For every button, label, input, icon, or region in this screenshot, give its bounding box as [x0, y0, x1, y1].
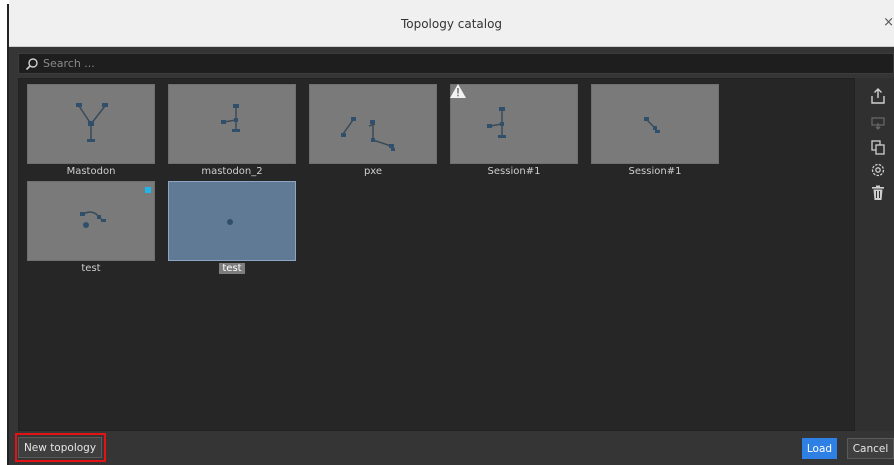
topology-thumbnail[interactable]: [168, 84, 296, 164]
topology-tile[interactable]: test: [27, 181, 155, 274]
topology-tile[interactable]: Session#1: [450, 84, 578, 177]
search-input[interactable]: [43, 55, 883, 72]
desktop-edge: [0, 0, 9, 465]
load-button[interactable]: Load: [802, 438, 837, 459]
side-toolbar: [855, 78, 894, 431]
topology-tile-selected[interactable]: test: [168, 181, 296, 274]
topology-tile[interactable]: Session#1: [591, 84, 719, 177]
close-icon[interactable]: ×: [883, 15, 894, 30]
topology-catalog-dialog: Topology catalog × Search ... Mastodon m…: [9, 0, 894, 465]
topology-thumbnail[interactable]: [27, 84, 155, 164]
status-dot: [145, 187, 151, 193]
title-bar: Topology catalog ×: [9, 0, 894, 47]
topology-diagram: [221, 104, 240, 132]
topology-tile[interactable]: mastodon_2: [168, 84, 296, 177]
topology-diagram: [644, 117, 660, 133]
tile-label-text: test: [219, 263, 245, 274]
topology-thumbnail[interactable]: [309, 84, 437, 164]
window-title: Topology catalog: [400, 17, 503, 31]
tile-label: Session#1: [487, 166, 541, 177]
topology-diagram: [227, 219, 233, 225]
search-bar: [18, 53, 894, 74]
export-icon[interactable]: [871, 88, 885, 104]
topology-tile[interactable]: Mastodon: [27, 84, 155, 177]
topology-thumbnail[interactable]: [591, 84, 719, 164]
tile-label: Mastodon: [66, 166, 116, 177]
topology-tile[interactable]: pxe: [309, 84, 437, 177]
tile-label: mastodon_2: [201, 166, 263, 177]
footer-bar: New topology Load Cancel: [9, 431, 894, 465]
topology-diagram: [487, 107, 506, 138]
search-icon: [25, 58, 38, 71]
cancel-button[interactable]: Cancel: [847, 438, 894, 459]
tile-label: pxe: [363, 166, 383, 177]
topology-diagram: [80, 211, 106, 228]
delete-icon[interactable]: [871, 185, 885, 201]
tile-label: test: [81, 263, 101, 274]
topology-grid: Mastodon mastodon_2 pxe Session#1 Sessio…: [18, 78, 855, 431]
warning-icon: [450, 84, 466, 98]
topology-thumbnail[interactable]: [168, 181, 296, 261]
tile-label: test: [168, 263, 296, 274]
topology-thumbnail[interactable]: [450, 84, 578, 164]
topology-thumbnail[interactable]: [27, 181, 155, 261]
settings-icon[interactable]: [871, 162, 885, 178]
topology-diagram: [341, 117, 395, 151]
import-icon[interactable]: [871, 115, 885, 131]
topology-diagram: [76, 103, 108, 142]
tile-label: Session#1: [628, 166, 682, 177]
new-topology-button[interactable]: New topology: [18, 437, 102, 458]
duplicate-icon[interactable]: [871, 139, 885, 155]
